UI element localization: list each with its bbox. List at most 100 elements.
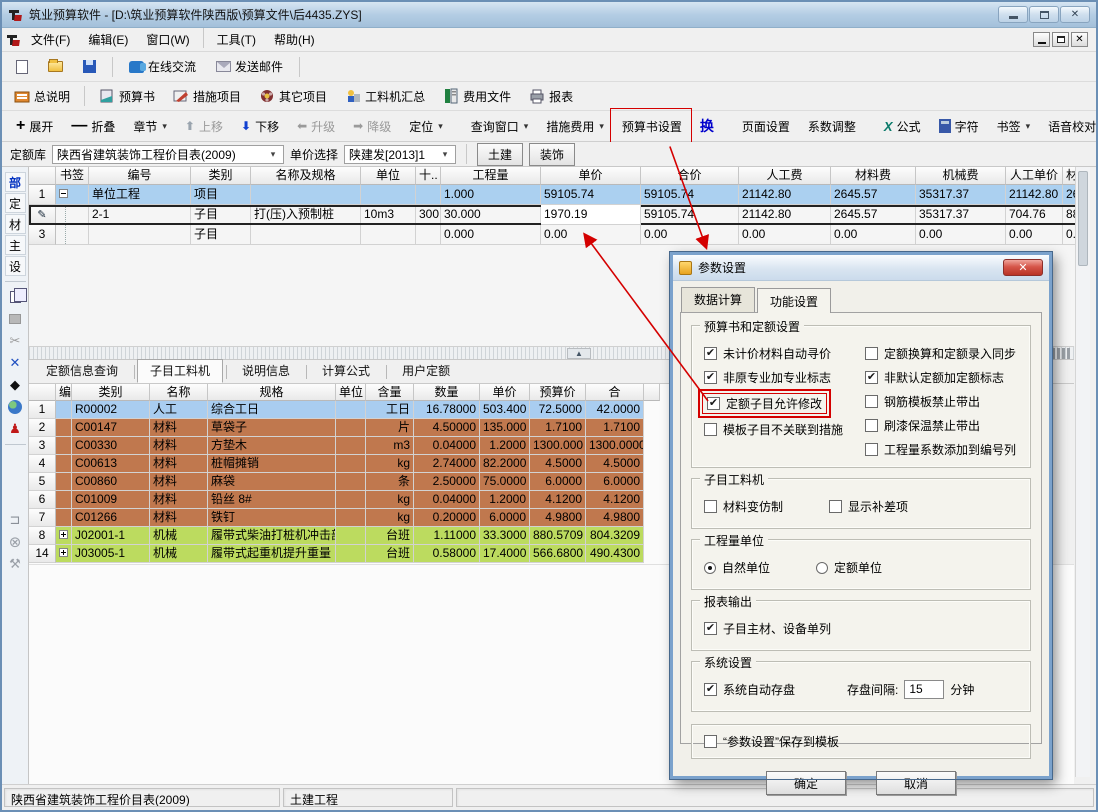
cell[interactable]: 4.1200 [586, 491, 644, 509]
expand-button[interactable]: +展开 [8, 113, 61, 139]
table-row[interactable]: 8J02001-1机械履带式柴油打桩机冲击部台班1.1100033.300088… [29, 527, 669, 545]
expand-icon[interactable] [59, 548, 68, 557]
cell[interactable]: 材料 [150, 509, 208, 527]
cell[interactable]: J02001-1 [72, 527, 150, 545]
cell[interactable]: 4.9800 [586, 509, 644, 527]
cell[interactable]: 35317.37 [916, 185, 1006, 205]
cell[interactable]: 880.5709 [530, 527, 586, 545]
checkbox-option[interactable]: ✔子目主材、设备单列 [702, 620, 833, 637]
mdi-restore-button[interactable] [1052, 32, 1069, 47]
cancel-button[interactable]: 取消 [876, 771, 956, 795]
cell[interactable]: C00860 [72, 473, 150, 491]
cell[interactable]: 2.74000 [414, 455, 480, 473]
row-number[interactable]: 1 [29, 185, 56, 205]
cell[interactable]: C01266 [72, 509, 150, 527]
table-row[interactable]: 14J03005-1机械履带式起重机提升重量（台班0.5800017.40005… [29, 545, 669, 563]
dialog-tab-数据计算[interactable]: 数据计算 [681, 287, 755, 312]
checkbox-icon[interactable] [829, 500, 842, 513]
minimize-button[interactable] [998, 6, 1028, 23]
cell[interactable]: 子目 [191, 225, 251, 245]
ok-button[interactable]: 确定 [766, 771, 846, 795]
delete-button[interactable]: ✕ [3, 352, 27, 374]
voice-check-button[interactable]: 语音校对▾ [1040, 114, 1098, 139]
checkbox-option[interactable]: 模板子目不关联到措施 [702, 421, 845, 438]
cell[interactable] [56, 401, 72, 419]
cell[interactable]: 0.00 [1006, 225, 1063, 245]
cell[interactable]: 草袋子 [208, 419, 336, 437]
cell[interactable]: 人工 [150, 401, 208, 419]
table-row[interactable]: 2C00147材料草袋子片4.50000135.0001.71001.7100 [29, 419, 669, 437]
checkbox-icon[interactable] [865, 443, 878, 456]
cell[interactable]: 1.7100 [586, 419, 644, 437]
formula-button[interactable]: X公式 [876, 114, 929, 139]
assistant-button[interactable]: ♟ [3, 418, 27, 440]
mdi-minimize-button[interactable] [1033, 32, 1050, 47]
sidebar-tab-设[interactable]: 设 [5, 256, 26, 276]
unit-price-edit-cell[interactable]: 1970.19 [541, 205, 641, 225]
decoration-tab-button[interactable]: 装饰 [529, 143, 575, 166]
cell[interactable]: 704.76 [1006, 205, 1063, 225]
online-chat-button[interactable]: 在线交流 [121, 54, 204, 79]
cell[interactable]: 材料 [150, 437, 208, 455]
radio-option[interactable]: 定额单位 [814, 559, 884, 576]
open-file-button[interactable] [40, 57, 71, 76]
cell[interactable]: 6.0000 [480, 509, 530, 527]
cell[interactable] [56, 205, 89, 225]
row-number[interactable]: 5 [29, 473, 56, 491]
cell[interactable]: 6.0000 [530, 473, 586, 491]
cell[interactable]: 子目 [191, 205, 251, 225]
move-down-button[interactable]: ⬇下移 [233, 114, 287, 139]
menu-item[interactable]: 文件(F) [22, 28, 79, 51]
cell[interactable]: C00330 [72, 437, 150, 455]
cell[interactable]: 材料 [150, 455, 208, 473]
cell[interactable] [56, 225, 89, 245]
cell[interactable]: 0.000 [441, 225, 541, 245]
cell[interactable] [361, 185, 416, 205]
cell[interactable]: 6.0000 [586, 473, 644, 491]
dialog-close-button[interactable]: ✕ [1003, 259, 1043, 276]
downgrade-button[interactable]: ➡降级 [345, 114, 399, 139]
cell[interactable]: J03005-1 [72, 545, 150, 563]
cell[interactable]: 16.78000 [414, 401, 480, 419]
checkbox-icon[interactable] [704, 423, 717, 436]
cell[interactable]: 35317.37 [916, 205, 1006, 225]
vertical-scrollbar[interactable] [1075, 167, 1090, 777]
menu-item[interactable]: 窗口(W) [137, 28, 198, 51]
cell[interactable] [336, 437, 366, 455]
table-row[interactable]: 1单位工程项目1.00059105.7459105.7421142.802645… [29, 185, 1078, 205]
cell[interactable]: 机械 [150, 527, 208, 545]
cell[interactable]: 1.2000 [480, 491, 530, 509]
new-file-button[interactable] [8, 56, 36, 78]
insert-button[interactable]: ◆ [3, 374, 27, 396]
checkbox-option[interactable]: 材料变仿制 [702, 498, 785, 515]
row-number[interactable]: 14 [29, 545, 56, 563]
table-row[interactable]: 3子目0.0000.000.000.000.000.000.000.0 [29, 225, 1078, 245]
cell[interactable]: 503.400 [480, 401, 530, 419]
cell[interactable]: 1.000 [441, 185, 541, 205]
cell[interactable] [56, 491, 72, 509]
table-row[interactable]: 1R00002人工综合工日工日16.78000503.40072.500042.… [29, 401, 669, 419]
chars-button[interactable]: 字符 [931, 114, 987, 139]
close-button[interactable]: ✕ [1060, 6, 1090, 23]
collapse-icon[interactable] [59, 189, 68, 198]
cell[interactable]: 0.20000 [414, 509, 480, 527]
price-select[interactable]: 陕建发[2013]1▾ [344, 145, 456, 164]
checkbox-option[interactable]: 刷漆保温禁止带出 [863, 417, 982, 434]
cell[interactable]: C00147 [72, 419, 150, 437]
cancel-circle-button[interactable]: ⊗ [3, 531, 27, 553]
civil-tab-button[interactable]: 土建 [477, 143, 523, 166]
cell[interactable]: 机械 [150, 545, 208, 563]
row-number[interactable]: 1 [29, 401, 56, 419]
cell[interactable]: 0.04000 [414, 491, 480, 509]
cell[interactable]: 4.5000 [530, 455, 586, 473]
cell[interactable] [336, 509, 366, 527]
cell[interactable] [56, 437, 72, 455]
radio-icon[interactable] [704, 562, 716, 574]
scrollbar-thumb[interactable] [1078, 171, 1088, 266]
checkbox-icon[interactable]: ✔ [707, 397, 720, 410]
cell[interactable]: 2645.57 [831, 185, 916, 205]
cell[interactable]: 材料 [150, 473, 208, 491]
cell[interactable]: C00613 [72, 455, 150, 473]
cell[interactable]: 0.00 [541, 225, 641, 245]
checkbox-icon[interactable] [865, 395, 878, 408]
